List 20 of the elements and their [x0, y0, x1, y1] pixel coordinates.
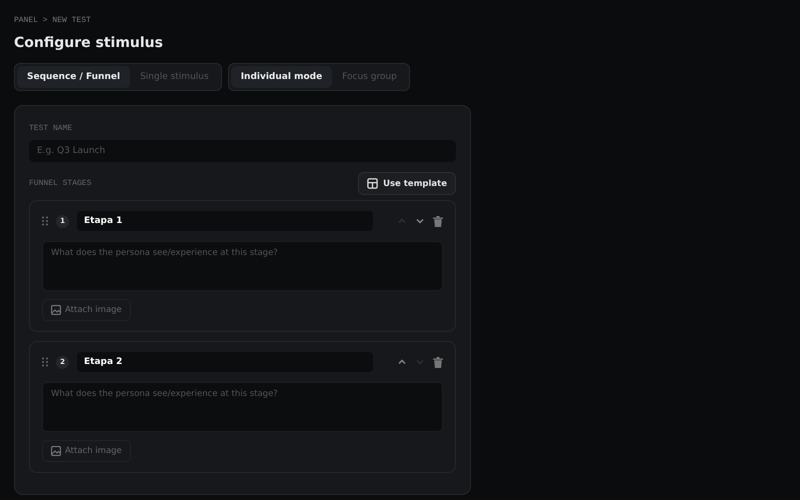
section-label: FUNNEL STAGES	[29, 179, 92, 188]
segment-tab[interactable]: Sequence / Funnel	[17, 66, 130, 88]
stage-name-field[interactable]: Etapa 2	[77, 352, 373, 372]
stage-description-field[interactable]: What does the persona see/experience at this stage?	[42, 382, 443, 432]
stage-description-field[interactable]: What does the persona see/experience at this stage?	[42, 241, 443, 291]
trash-icon[interactable]	[433, 216, 443, 226]
image-icon	[51, 305, 61, 315]
test-name-field[interactable]: E.g. Q3 Launch	[29, 140, 456, 162]
use-template-button[interactable]: Use template	[358, 172, 456, 195]
image-icon	[51, 446, 61, 456]
template-icon	[367, 178, 378, 189]
drag-handle-icon[interactable]	[42, 216, 48, 226]
trash-icon[interactable]	[433, 356, 443, 368]
field-label: TEST NAME	[29, 124, 74, 133]
stage-name-field[interactable]: Etapa 1	[77, 211, 373, 231]
page-title: Configure stimulus	[14, 35, 164, 51]
drag-handle-icon[interactable]	[42, 357, 48, 367]
breadcrumb: PANEL > NEW TEST	[14, 16, 92, 25]
segment-tab[interactable]: Individual mode	[230, 66, 332, 88]
move-down-icon[interactable]	[415, 216, 425, 226]
